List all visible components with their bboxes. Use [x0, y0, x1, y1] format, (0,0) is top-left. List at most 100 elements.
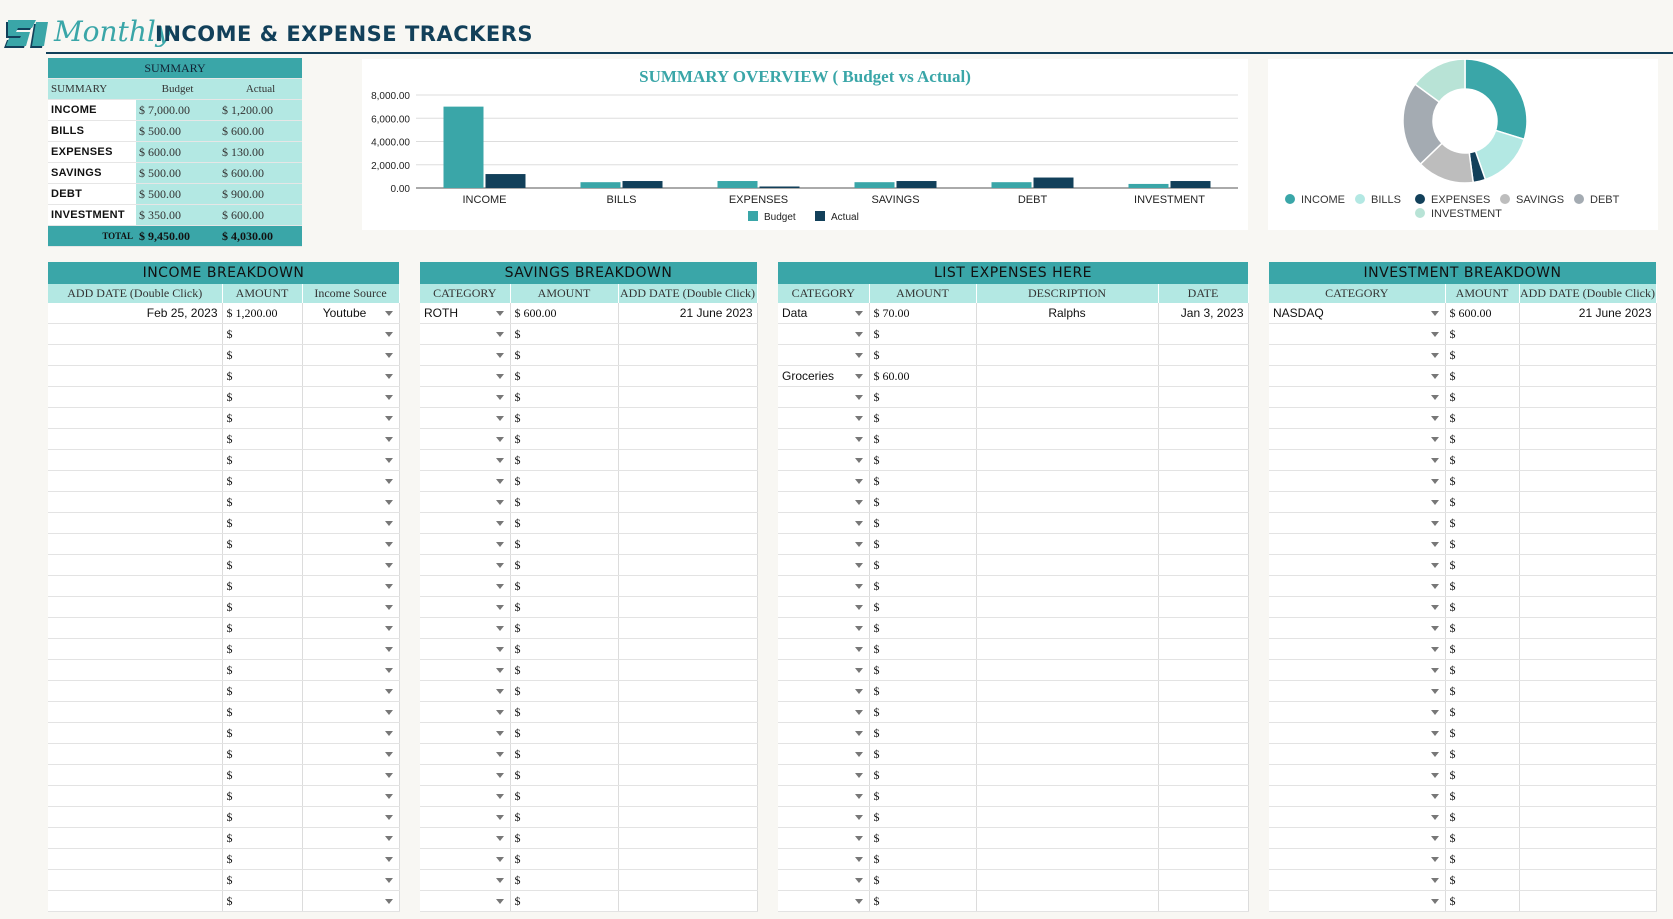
date-cell[interactable]	[1519, 533, 1657, 555]
dropdown-arrow-icon[interactable]	[495, 584, 504, 589]
amount-cell[interactable]: $ 1,200.00	[222, 303, 303, 324]
amount-cell[interactable]: $	[510, 764, 619, 786]
amount-cell[interactable]: $	[222, 428, 303, 450]
dropdown-arrow-icon[interactable]	[384, 542, 393, 547]
date-cell[interactable]	[1519, 596, 1657, 618]
description-cell[interactable]	[976, 428, 1159, 450]
amount-cell[interactable]: $	[869, 617, 977, 639]
dropdown-arrow-icon[interactable]	[1430, 689, 1439, 694]
dropdown-arrow-icon[interactable]	[1430, 332, 1439, 337]
date-cell[interactable]	[618, 323, 758, 345]
dropdown-arrow-icon[interactable]	[384, 605, 393, 610]
description-cell[interactable]	[976, 617, 1159, 639]
dropdown-arrow-icon[interactable]	[1430, 500, 1439, 505]
description-cell[interactable]	[976, 491, 1159, 513]
amount-cell[interactable]: $	[869, 428, 977, 450]
date-cell[interactable]	[48, 764, 223, 786]
date-cell[interactable]	[618, 638, 758, 660]
amount-cell[interactable]: $	[222, 344, 303, 366]
category-select[interactable]	[778, 386, 870, 408]
description-cell[interactable]	[976, 365, 1159, 387]
date-cell[interactable]	[48, 638, 223, 660]
date-cell[interactable]	[1158, 365, 1249, 387]
dropdown-arrow-icon[interactable]	[495, 332, 504, 337]
description-cell[interactable]	[976, 407, 1159, 429]
date-cell[interactable]	[618, 743, 758, 765]
amount-cell[interactable]: $	[510, 722, 619, 744]
amount-cell[interactable]: $	[222, 596, 303, 618]
category-select[interactable]	[1269, 764, 1446, 786]
date-cell[interactable]	[48, 407, 223, 429]
amount-cell[interactable]: $	[869, 827, 977, 849]
dropdown-arrow-icon[interactable]	[495, 605, 504, 610]
date-cell[interactable]	[48, 533, 223, 555]
category-select[interactable]	[778, 491, 870, 513]
date-cell[interactable]	[1158, 449, 1249, 471]
dropdown-arrow-icon[interactable]	[1430, 311, 1439, 316]
amount-cell[interactable]: $	[222, 512, 303, 534]
dropdown-arrow-icon[interactable]	[854, 836, 863, 841]
date-cell[interactable]: Feb 25, 2023	[48, 303, 223, 324]
date-cell[interactable]	[48, 512, 223, 534]
date-cell[interactable]	[1158, 533, 1249, 555]
date-cell[interactable]	[48, 344, 223, 366]
dropdown-arrow-icon[interactable]	[495, 395, 504, 400]
date-cell[interactable]	[48, 806, 223, 828]
dropdown-arrow-icon[interactable]	[1430, 458, 1439, 463]
date-cell[interactable]	[1158, 827, 1249, 849]
dropdown-arrow-icon[interactable]	[1430, 563, 1439, 568]
category-select[interactable]	[420, 848, 511, 870]
date-cell[interactable]	[1158, 617, 1249, 639]
amount-cell[interactable]: $	[510, 806, 619, 828]
date-cell[interactable]	[1519, 848, 1657, 870]
description-cell[interactable]	[976, 386, 1159, 408]
income-source-select[interactable]	[302, 575, 400, 597]
date-cell[interactable]	[1519, 470, 1657, 492]
dropdown-arrow-icon[interactable]	[384, 836, 393, 841]
description-cell[interactable]	[976, 722, 1159, 744]
date-cell[interactable]	[1519, 386, 1657, 408]
category-select[interactable]	[420, 680, 511, 702]
dropdown-arrow-icon[interactable]	[495, 794, 504, 799]
amount-cell[interactable]: $	[510, 512, 619, 534]
amount-cell[interactable]: $	[1445, 743, 1520, 765]
amount-cell[interactable]: $	[222, 407, 303, 429]
amount-cell[interactable]: $	[222, 827, 303, 849]
dropdown-arrow-icon[interactable]	[1430, 668, 1439, 673]
income-source-select[interactable]	[302, 554, 400, 576]
amount-cell[interactable]: $	[869, 323, 977, 345]
date-cell[interactable]	[618, 407, 758, 429]
amount-cell[interactable]: $	[1445, 407, 1520, 429]
date-cell[interactable]	[48, 659, 223, 681]
dropdown-arrow-icon[interactable]	[384, 668, 393, 673]
dropdown-arrow-icon[interactable]	[854, 353, 863, 358]
date-cell[interactable]	[1158, 470, 1249, 492]
category-select[interactable]	[778, 722, 870, 744]
income-source-select[interactable]	[302, 323, 400, 345]
category-select[interactable]	[1269, 638, 1446, 660]
amount-cell[interactable]: $	[1445, 764, 1520, 786]
dropdown-arrow-icon[interactable]	[384, 332, 393, 337]
date-cell[interactable]	[1519, 491, 1657, 513]
amount-cell[interactable]: $	[510, 617, 619, 639]
amount-cell[interactable]: $ 600.00	[1445, 303, 1520, 324]
amount-cell[interactable]: $	[222, 785, 303, 807]
amount-cell[interactable]: $	[1445, 638, 1520, 660]
category-select[interactable]	[420, 344, 511, 366]
amount-cell[interactable]: $	[510, 533, 619, 555]
description-cell[interactable]	[976, 848, 1159, 870]
dropdown-arrow-icon[interactable]	[854, 626, 863, 631]
date-cell[interactable]	[1519, 428, 1657, 450]
category-select[interactable]	[1269, 701, 1446, 723]
dropdown-arrow-icon[interactable]	[384, 899, 393, 904]
dropdown-arrow-icon[interactable]	[384, 689, 393, 694]
description-cell[interactable]	[976, 323, 1159, 345]
dropdown-arrow-icon[interactable]	[384, 794, 393, 799]
category-select[interactable]	[420, 428, 511, 450]
date-cell[interactable]	[618, 533, 758, 555]
amount-cell[interactable]: $	[1445, 869, 1520, 891]
date-cell[interactable]	[1519, 659, 1657, 681]
dropdown-arrow-icon[interactable]	[384, 584, 393, 589]
date-cell[interactable]	[1519, 575, 1657, 597]
amount-cell[interactable]: $	[510, 470, 619, 492]
